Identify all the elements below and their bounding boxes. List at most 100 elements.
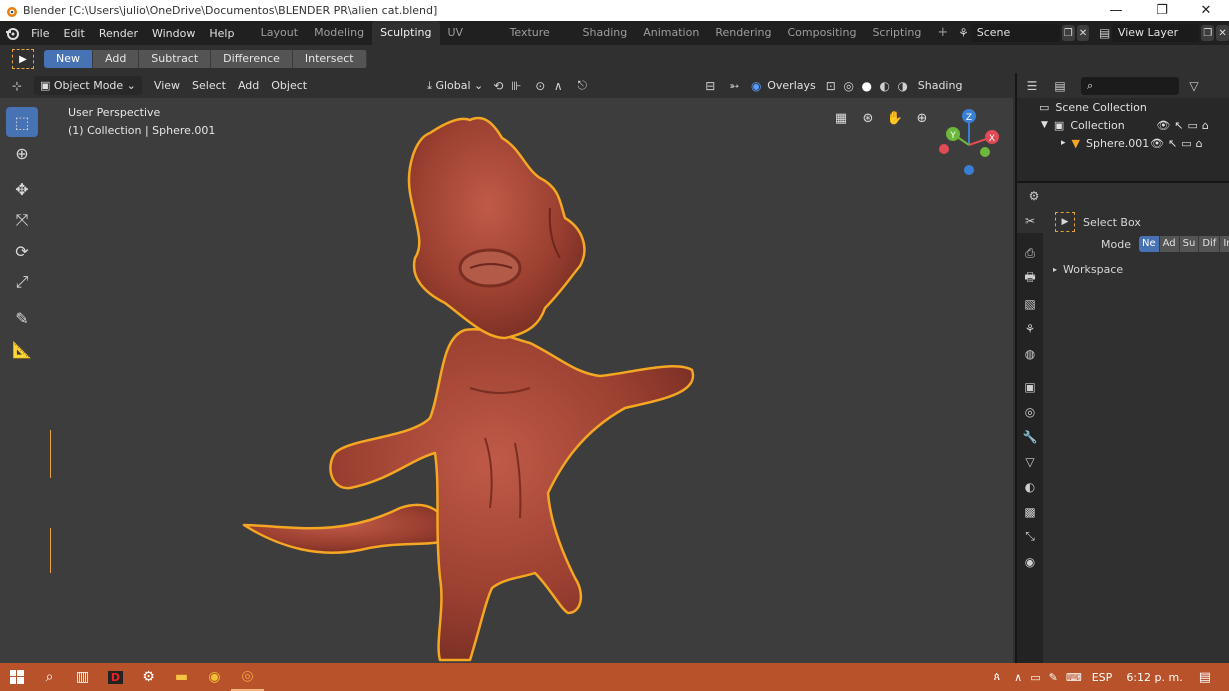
object-render-icon[interactable]: ⌂ [1196,137,1203,150]
menu-file[interactable]: File [24,27,56,40]
xray-icon[interactable]: ⊡ [822,77,840,95]
scale-tool-icon[interactable]: ⤢ [6,267,38,297]
menu-object[interactable]: Object [265,76,313,95]
menu-view[interactable]: View [148,76,186,95]
select-tool-icon[interactable]: ⬚ [6,107,38,137]
scene-field[interactable]: Scene [970,24,1060,42]
pivot-icon[interactable]: ⟲ [489,77,507,95]
gizmo-neg-z[interactable] [964,165,974,175]
scene-collection-row[interactable]: ▭ Scene Collection [1039,98,1229,116]
transform-affect-icon[interactable]: ⎋ [573,77,591,95]
particles-tab-icon[interactable]: ◉ [1017,549,1043,574]
object-visibility-icon[interactable]: 👁 [1150,137,1164,150]
delete-view-layer-icon[interactable]: ✕ [1216,25,1229,41]
zoom-icon[interactable]: ⊕ [911,107,933,129]
collection-select-icon[interactable]: ↖ [1174,119,1183,132]
material-tab-icon[interactable]: ◐ [1017,474,1043,499]
scene-selector-icon[interactable]: ⚘ [956,24,970,42]
tab-sculpting[interactable]: Sculpting [372,21,440,45]
cursor-tool-icon[interactable]: ⊕ [6,138,38,168]
world-tab-icon[interactable]: ◍ [1017,341,1043,366]
show-gizmo-icon[interactable]: ➳ [725,77,743,95]
mode-intersect-option[interactable]: Int [1220,236,1229,252]
mode-new-button[interactable]: New [44,50,93,68]
mode-difference-button[interactable]: Difference [211,50,293,68]
select-box-tool-icon[interactable]: ▶ [12,49,34,69]
view-layer-field[interactable]: View Layer [1111,24,1200,42]
mode-subtract-option[interactable]: Su [1179,236,1200,252]
people-icon[interactable]: ጰ [994,670,1001,684]
tab-rendering[interactable]: Rendering [707,21,779,45]
scene-tab-icon[interactable]: ⚘ [1017,316,1043,341]
constraint-tab-icon[interactable]: ⤡ [1017,524,1043,549]
settings-app-icon[interactable]: ⚙ [132,663,165,691]
menu-edit[interactable]: Edit [57,27,92,40]
view-object-types-icon[interactable]: ⊟ [701,77,719,95]
close-window-button[interactable]: ✕ [1183,0,1229,21]
physics-tab-icon[interactable]: ◎ [1017,399,1043,424]
alien-cat-model[interactable] [230,108,710,663]
collection-row[interactable]: ▼ ▣ Collection 👁 ↖ ▭ ⌂ [1041,116,1229,134]
tool-tab-icon[interactable]: ✂ [1017,208,1043,233]
windows-start-icon[interactable] [0,663,33,691]
shading-dropdown[interactable]: Shading [912,76,969,95]
copy-scene-icon[interactable]: ❐ [1061,25,1075,41]
object-viewport-icon[interactable]: ▭ [1181,137,1191,150]
menu-select[interactable]: Select [186,76,232,95]
measure-tool-icon[interactable]: 📐 [6,334,38,364]
mode-difference-option[interactable]: Dif [1199,236,1221,252]
collection-viewport-icon[interactable]: ▭ [1188,119,1198,132]
navigation-gizmo[interactable]: Z X Y [934,104,1008,184]
blender-menu-icon[interactable] [0,26,24,40]
pan-hand-icon[interactable]: ✋ [884,107,906,129]
falloff-icon[interactable]: ∧ [549,77,567,95]
object-tab-icon[interactable]: ▣ [1017,374,1043,399]
battery-icon[interactable]: ▭ [1030,671,1040,684]
properties-editor-type-icon[interactable]: ⚙ [1025,187,1043,205]
rotate-tool-icon[interactable]: ⟳ [6,236,38,266]
proportional-edit-icon[interactable]: ⊙ [531,77,549,95]
object-expand-icon[interactable]: ▸ [1061,138,1066,148]
filter-icon[interactable]: ▽ [1185,77,1203,95]
davinci-app-icon[interactable]: D [99,663,132,691]
material-shading-icon[interactable]: ◐ [876,77,894,95]
grid-view-icon[interactable]: ▦ [830,107,852,129]
object-mode-dropdown[interactable]: ▣ Object Mode ⌄ [34,76,142,95]
object-select-icon[interactable]: ↖ [1168,137,1177,150]
annotate-tool-icon[interactable]: ✎ [6,303,38,333]
chrome-icon[interactable]: ◉ [198,663,231,691]
overlays-dropdown[interactable]: Overlays [765,76,818,95]
collection-visibility-icon[interactable]: 👁 [1156,119,1170,132]
menu-render[interactable]: Render [92,27,145,40]
mode-intersect-button[interactable]: Intersect [292,50,367,68]
blender-taskbar-icon[interactable]: ◎ [231,663,264,691]
tab-scripting[interactable]: Scripting [864,21,929,45]
wireframe-shading-icon[interactable]: ◎ [840,77,858,95]
mode-subtract-button[interactable]: Subtract [139,50,212,68]
copy-view-layer-icon[interactable]: ❐ [1201,25,1215,41]
object-row[interactable]: ▸ ▼ Sphere.001 👁 ↖ ▭ ⌂ [1061,134,1229,152]
overlays-icon[interactable]: ◉ [747,77,765,95]
snap-icon[interactable]: ⊪ [507,77,525,95]
menu-window[interactable]: Window [145,27,202,40]
minimize-button[interactable]: — [1093,0,1139,21]
move-tool-icon[interactable]: ✥ [6,174,38,204]
outliner-search-input[interactable]: ⌕ [1081,76,1179,95]
language-indicator[interactable]: ESP [1092,671,1113,684]
texture-tab-icon[interactable]: ▩ [1017,499,1043,524]
mode-add-button[interactable]: Add [93,50,140,68]
file-explorer-icon[interactable]: ▬ [165,663,198,691]
notifications-icon[interactable]: ▤ [1199,670,1211,685]
mode-add-option[interactable]: Ad [1159,236,1180,252]
display-mode-icon[interactable]: ▤ [1051,77,1069,95]
modifier-tab-icon[interactable]: 🔧 [1017,424,1043,449]
gizmo-neg-x[interactable] [939,144,949,154]
tab-layout[interactable]: Layout [253,21,306,45]
pen-icon[interactable]: ✎ [1049,671,1058,684]
search-icon[interactable]: ⌕ [33,663,66,691]
outliner-editor-type-icon[interactable]: ☰ [1023,77,1041,95]
tab-uv-editing[interactable]: UV Editing [440,21,502,63]
clock-time[interactable]: 6:12 p. m. [1126,671,1182,684]
data-tab-icon[interactable]: ▽ [1017,449,1043,474]
tab-shading[interactable]: Shading [575,21,636,45]
